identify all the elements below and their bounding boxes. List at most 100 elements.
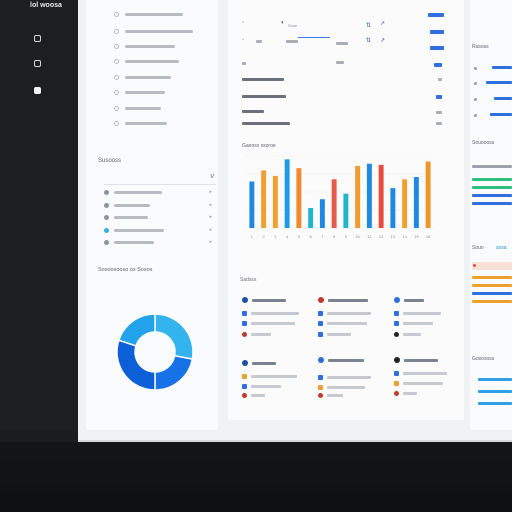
filter-select[interactable]: v (104, 173, 216, 185)
right-section-title: Rusoss (472, 44, 489, 50)
list-bullet-icon (104, 189, 109, 195)
nav-item[interactable] (114, 119, 167, 127)
nav-item-label (125, 106, 161, 110)
app-card[interactable] (318, 297, 390, 359)
bar-15[interactable] (413, 177, 419, 228)
circle-icon (318, 393, 323, 398)
metric-bar (486, 81, 512, 84)
chevron-down-icon[interactable]: v (211, 173, 215, 180)
nav-item[interactable] (114, 88, 165, 96)
user-icon: ◐ (281, 20, 285, 26)
file-icon[interactable] (34, 60, 41, 67)
chart-title: Gaeoss ssoroe (242, 143, 276, 149)
nav-bullet-icon (114, 89, 119, 95)
bar-11[interactable] (366, 163, 372, 228)
nav-item[interactable] (114, 42, 175, 50)
bar-4[interactable] (284, 159, 290, 228)
bar-7[interactable] (319, 199, 325, 228)
bar-5[interactable] (296, 168, 302, 228)
list-item-label (114, 240, 154, 244)
card-title (404, 298, 424, 302)
app-card[interactable] (394, 357, 466, 419)
bar-13[interactable] (390, 188, 396, 228)
x-tick-label: 8 (333, 234, 336, 239)
metric-bar (472, 165, 512, 168)
chevron-right-icon[interactable]: ▸ (209, 214, 212, 220)
center-panel: ◦ ◦ ◐ Sose ⇅ ⇅ ↗ ↗ Gaeoss ssoroe 1 2 3 4… (228, 0, 464, 420)
card-line (327, 322, 367, 325)
nav-item[interactable] (114, 73, 171, 81)
card-line (403, 312, 441, 315)
bar-1[interactable] (249, 181, 255, 228)
card-row (242, 374, 297, 379)
bar-9[interactable] (343, 193, 349, 228)
list-item-label (114, 228, 164, 232)
list-item[interactable]: ▸ (104, 202, 216, 208)
nav-panel: Susooss v ▸ ▸ ▸ ▸ ▸ Sosoosooso os Sosos (86, 0, 218, 430)
sort-icon[interactable]: ⇅ (366, 22, 371, 29)
list-bullet-icon (104, 239, 109, 245)
tag-badge[interactable]: sosa (496, 245, 507, 251)
card-line (327, 394, 343, 397)
square-icon (318, 385, 323, 390)
bar-6[interactable] (308, 208, 314, 228)
chevron-right-icon[interactable]: ▸ (209, 239, 212, 245)
square-icon (318, 332, 323, 337)
card-header (242, 360, 276, 366)
app-card[interactable] (394, 297, 466, 359)
card-header (318, 297, 368, 303)
card-line (403, 392, 417, 395)
card-row (318, 332, 351, 337)
bar-14[interactable] (402, 179, 408, 228)
list-item[interactable]: ▸ (104, 227, 216, 233)
donut-svg (116, 313, 194, 391)
nav-item[interactable] (114, 57, 179, 65)
card-row (394, 391, 417, 396)
app-card[interactable] (242, 297, 314, 359)
app-card[interactable] (318, 357, 390, 419)
donut-slice-2 (154, 354, 194, 391)
nav-item[interactable] (114, 10, 183, 18)
nav-bullet-icon (114, 11, 119, 17)
nav-item[interactable] (114, 104, 161, 112)
card-row (394, 311, 441, 316)
bar-12[interactable] (378, 164, 384, 228)
link-icon[interactable]: ↗ (380, 37, 385, 44)
donut-slice-4 (117, 313, 156, 347)
shield-icon (242, 297, 248, 303)
sort-icon[interactable]: ⇅ (366, 37, 371, 44)
globe-icon (394, 297, 400, 303)
alert-icon (473, 264, 476, 267)
document-icon[interactable] (34, 35, 41, 42)
bar-8[interactable] (331, 179, 337, 228)
metric-bar (472, 276, 512, 279)
list-item[interactable]: ▸ (104, 189, 216, 195)
nav-item[interactable] (114, 27, 193, 35)
circle-icon (394, 332, 399, 337)
chevron-right-icon[interactable]: ▸ (209, 189, 212, 195)
card-header (242, 297, 286, 303)
bullet-icon (474, 114, 477, 117)
metric-bar (472, 284, 512, 287)
chevron-right-icon[interactable]: ▸ (209, 202, 212, 208)
bar-10[interactable] (355, 165, 361, 228)
donut-slice-3 (116, 339, 156, 391)
app-card[interactable] (242, 360, 314, 422)
bullet-icon (474, 98, 477, 101)
square-icon (394, 321, 399, 326)
nav-item-label (125, 121, 167, 125)
right-panel: Rusoss Souoooss Souo sosa Gosososs (470, 0, 512, 430)
card-line (251, 312, 299, 315)
bar-2[interactable] (261, 170, 267, 228)
link-icon[interactable]: ↗ (380, 20, 385, 27)
list-item[interactable]: ▸ (104, 214, 216, 220)
nav-item-label (125, 44, 175, 48)
bar-16[interactable] (425, 161, 431, 228)
bar-3[interactable] (272, 175, 278, 228)
table-cell (436, 122, 442, 125)
nav-bullet-icon (114, 58, 119, 64)
clipboard-icon[interactable] (34, 87, 41, 94)
table-cell (242, 122, 290, 125)
list-item[interactable]: ▸ (104, 239, 216, 245)
chevron-right-icon[interactable]: ▸ (209, 227, 212, 233)
